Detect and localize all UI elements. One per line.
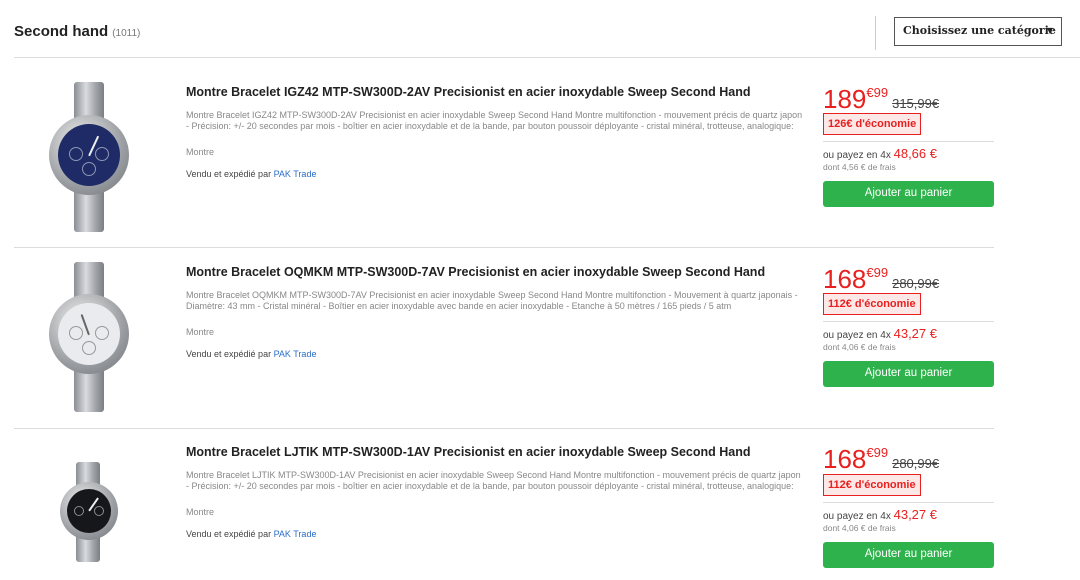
installment: ou payez en 4x 48,66 €: [823, 146, 937, 161]
installment-fees: dont 4,06 € de frais: [823, 342, 896, 352]
price-cents: €99: [866, 265, 889, 280]
seller-prefix: Vendu et expédié par: [186, 529, 272, 539]
product-image[interactable]: [44, 82, 134, 232]
seller-prefix: Vendu et expédié par: [186, 169, 272, 179]
installment-amount: 48,66 €: [893, 146, 937, 161]
product-seller: Vendu et expédié par PAK Trade: [186, 169, 316, 179]
chevron-down-icon: ▼: [1046, 26, 1053, 35]
installment-prefix: ou payez en 4x: [823, 330, 891, 341]
seller-link[interactable]: PAK Trade: [274, 529, 317, 539]
product-category: Montre: [186, 147, 215, 157]
seller-link[interactable]: PAK Trade: [274, 169, 317, 179]
price: 168€99280,99€: [823, 264, 939, 295]
price-rule: [823, 141, 994, 142]
price-cents: €99: [866, 445, 889, 460]
installment-amount: 43,27 €: [893, 326, 937, 341]
product-seller: Vendu et expédié par PAK Trade: [186, 349, 316, 359]
product-seller: Vendu et expédié par PAK Trade: [186, 529, 316, 539]
product-description: Montre Bracelet IGZ42 MTP-SW300D-2AV Pre…: [186, 110, 803, 131]
installment-prefix: ou payez en 4x: [823, 150, 891, 161]
price-old: 280,99€: [892, 276, 940, 291]
add-to-cart-button[interactable]: Ajouter au panier: [823, 361, 994, 387]
page-title: Second hand (1011): [14, 23, 140, 40]
product-title[interactable]: Montre Bracelet LJTIK MTP-SW300D-1AV Pre…: [186, 445, 751, 459]
listing-header: Second hand (1011) Choisissez une catégor…: [0, 0, 1080, 58]
installment-amount: 43,27 €: [893, 507, 937, 522]
price-main: 168: [823, 444, 867, 474]
product-title[interactable]: Montre Bracelet IGZ42 MTP-SW300D-2AV Pre…: [186, 85, 751, 99]
price: 189€99315,99€: [823, 84, 939, 115]
saving-badge: 112€ d'économie: [823, 293, 921, 315]
price-cents: €99: [866, 85, 889, 100]
result-count: (1011): [112, 28, 141, 39]
add-to-cart-button[interactable]: Ajouter au panier: [823, 542, 994, 568]
price-rule: [823, 321, 994, 322]
installment: ou payez en 4x 43,27 €: [823, 326, 937, 341]
price-old: 280,99€: [892, 456, 940, 471]
product-image[interactable]: [44, 262, 134, 412]
saving-badge: 126€ d'économie: [823, 113, 922, 135]
price-rule: [823, 502, 994, 503]
product-description: Montre Bracelet OQMKM MTP-SW300D-7AV Pre…: [186, 290, 798, 311]
product-description: Montre Bracelet LJTIK MTP-SW300D-1AV Pre…: [186, 470, 801, 491]
installment-fees: dont 4,56 € de frais: [823, 162, 896, 172]
product-card: Montre Bracelet OQMKM MTP-SW300D-7AV Pre…: [14, 248, 994, 429]
header-divider: [875, 16, 876, 50]
product-divider: [14, 428, 994, 429]
category-select[interactable]: Choisissez une catégorie ▼: [894, 17, 1062, 46]
price: 168€99280,99€: [823, 444, 939, 475]
seller-link[interactable]: PAK Trade: [274, 349, 317, 359]
installment-prefix: ou payez en 4x: [823, 511, 891, 522]
add-to-cart-button[interactable]: Ajouter au panier: [823, 181, 994, 207]
category-select-value: Choisissez une catégorie: [903, 24, 1056, 37]
product-card: Montre Bracelet LJTIK MTP-SW300D-1AV Pre…: [14, 430, 994, 580]
product-category: Montre: [186, 327, 215, 337]
page-title-text: Second hand: [14, 23, 109, 40]
installment: ou payez en 4x 43,27 €: [823, 507, 937, 522]
price-old: 315,99€: [892, 96, 940, 111]
product-title[interactable]: Montre Bracelet OQMKM MTP-SW300D-7AV Pre…: [186, 265, 765, 279]
seller-prefix: Vendu et expédié par: [186, 349, 272, 359]
price-main: 189: [823, 84, 867, 114]
installment-fees: dont 4,06 € de frais: [823, 523, 896, 533]
product-card: Montre Bracelet IGZ42 MTP-SW300D-2AV Pre…: [14, 58, 994, 248]
saving-badge: 112€ d'économie: [823, 474, 921, 496]
price-main: 168: [823, 264, 867, 294]
product-category: Montre: [186, 507, 215, 517]
product-image[interactable]: [54, 462, 124, 562]
